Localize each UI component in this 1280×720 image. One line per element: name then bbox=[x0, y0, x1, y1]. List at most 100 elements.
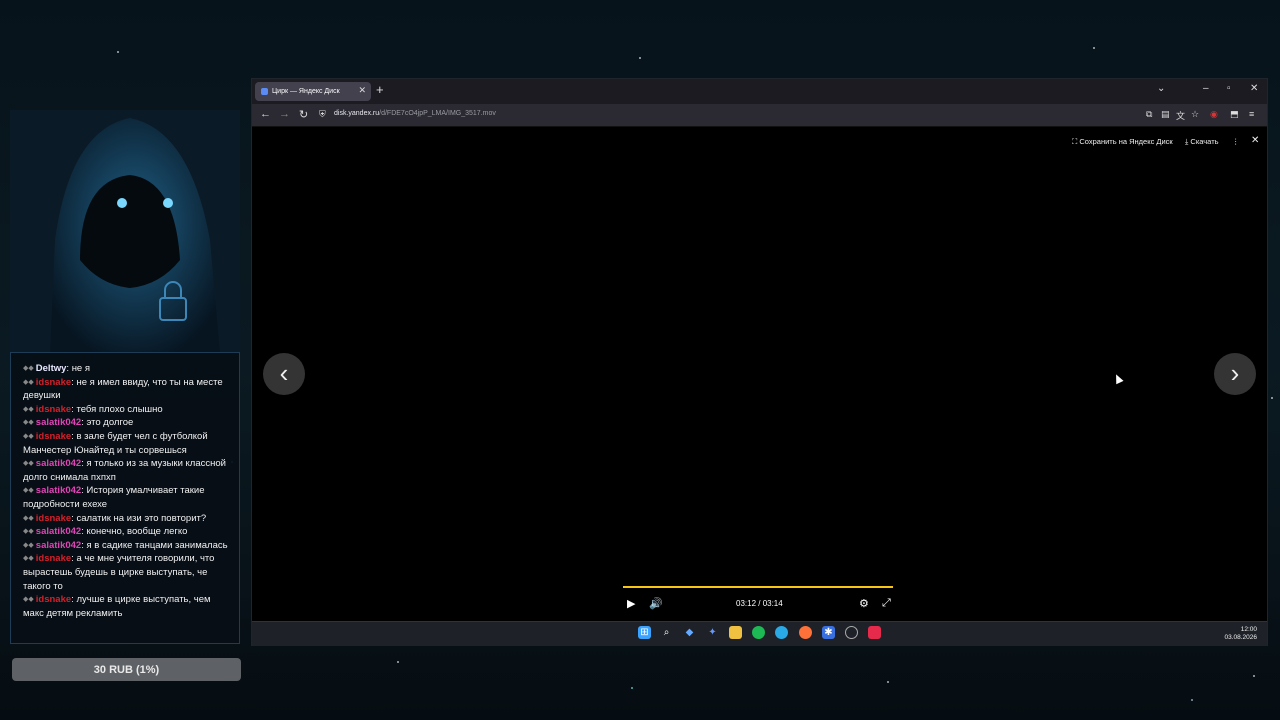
chat-username[interactable]: idsnake bbox=[36, 377, 71, 388]
reader-view-icon[interactable]: ▤ bbox=[1161, 109, 1170, 120]
chat-badge-icon: ◆◆ bbox=[23, 514, 34, 522]
tab-title: Цирк — Яндекс Диск bbox=[272, 88, 340, 95]
clock-date: 03.08.2026 bbox=[1224, 634, 1257, 641]
browser-window: Цирк — Яндекс Диск ✕ + ⌄ – ▫ ✕ ← → ↻ ⛨ d… bbox=[251, 78, 1268, 646]
menu-hamburger-icon[interactable]: ≡ bbox=[1249, 109, 1254, 119]
back-icon[interactable]: ← bbox=[260, 108, 271, 120]
video-viewer[interactable]: ⛶ Сохранить на Яндекс Диск ⤓ Скачать ⋮ ✕… bbox=[252, 127, 1267, 621]
chevron-right-icon: › bbox=[1230, 358, 1240, 388]
close-window-icon[interactable]: ✕ bbox=[1250, 83, 1258, 94]
tab-active[interactable]: Цирк — Яндекс Диск ✕ bbox=[255, 82, 371, 101]
download-button[interactable]: ⤓ Скачать bbox=[1185, 137, 1219, 147]
url-host: disk.yandex.ru bbox=[334, 110, 380, 117]
reload-icon[interactable]: ↻ bbox=[299, 108, 308, 121]
chat-text: тебя плохо слышно bbox=[76, 403, 163, 415]
chat-username[interactable]: salatik042 bbox=[36, 540, 81, 551]
chat-text: салатик на изи это повторит? bbox=[76, 512, 207, 524]
chat-message: ◆◆ idsnake: не я имел ввиду, что ты на ме… bbox=[23, 376, 233, 403]
navigation-bar: ← → ↻ ⛨ disk.yandex.ru/d/FDE7cO4jpP_LMA/… bbox=[252, 104, 1267, 127]
telegram-icon[interactable] bbox=[775, 626, 788, 639]
donation-goal-bar: 30 RUB (1%) bbox=[12, 658, 241, 681]
chat-message: ◆◆ salatik042: это долгое bbox=[23, 416, 233, 430]
chat-badge-icon: ◆◆ bbox=[23, 487, 34, 495]
save-to-disk-button[interactable]: ⛶ Сохранить на Яндекс Диск bbox=[1072, 137, 1173, 147]
extensions-puzzle-icon[interactable]: ⬒ bbox=[1230, 109, 1239, 120]
chat-username[interactable]: idsnake bbox=[36, 404, 71, 415]
file-explorer-icon[interactable] bbox=[729, 626, 742, 639]
yandex-disk-favicon-icon bbox=[261, 88, 268, 95]
address-bar[interactable]: disk.yandex.ru/d/FDE7cO4jpP_LMA/IMG_3517… bbox=[334, 110, 496, 117]
translate-icon[interactable]: 文 bbox=[1176, 109, 1185, 122]
chat-badge-icon: ◆◆ bbox=[23, 528, 34, 536]
close-tab-icon[interactable]: ✕ bbox=[358, 85, 366, 96]
chat-message: ◆◆ idsnake: в зале будет чел с футболкой … bbox=[23, 430, 233, 457]
forward-icon[interactable]: → bbox=[279, 108, 290, 120]
stream-chat: ◆◆ Deltwy: не я ◆◆ idsnake: не я имел ввиду… bbox=[10, 352, 240, 644]
chat-text: не я bbox=[71, 363, 91, 374]
chat-username[interactable]: salatik042 bbox=[36, 485, 81, 496]
chat-text: я в садике танцами занималась bbox=[86, 539, 228, 551]
video-time: 03:12 / 03:14 bbox=[736, 599, 783, 608]
chat-username[interactable]: idsnake bbox=[36, 513, 71, 524]
bookmark-star-icon[interactable]: ☆ bbox=[1191, 109, 1199, 120]
app-icon-4[interactable] bbox=[845, 626, 858, 639]
clock-time: 12:00 bbox=[1240, 626, 1257, 633]
play-icon[interactable]: ▶ bbox=[627, 597, 635, 610]
chat-message: ◆◆ salatik042: я в садике танцами занимал… bbox=[23, 539, 233, 553]
donation-goal-label: 30 RUB (1%) bbox=[93, 663, 160, 676]
mouse-cursor-icon bbox=[1112, 372, 1124, 385]
taskbar: ⊞ ⌕ ◆ ✦ ✱ 12:00 03.08.2026 bbox=[252, 621, 1267, 646]
tab-list-chevron-icon[interactable]: ⌄ bbox=[1157, 83, 1165, 94]
chat-message: ◆◆ idsnake: а че мне учителя говорили, чт… bbox=[23, 552, 233, 593]
search-icon[interactable]: ⌕ bbox=[660, 626, 673, 639]
chat-username[interactable]: idsnake bbox=[36, 431, 71, 442]
more-options-icon[interactable]: ⋮ bbox=[1232, 137, 1240, 146]
chat-badge-icon: ◆◆ bbox=[23, 555, 34, 563]
system-clock: 12:00 03.08.2026 bbox=[1224, 626, 1257, 642]
chat-badge-icon: ◆◆ bbox=[23, 378, 34, 386]
volume-icon[interactable]: 🔊 bbox=[649, 597, 663, 610]
chat-message: ◆◆ idsnake: лучше в цирке выступать, чем … bbox=[23, 593, 233, 620]
chat-username[interactable]: idsnake bbox=[36, 553, 71, 564]
chat-username[interactable]: salatik042 bbox=[36, 417, 81, 428]
video-progress-bar[interactable] bbox=[623, 586, 894, 588]
close-viewer-icon[interactable]: ✕ bbox=[1251, 135, 1259, 146]
extension-icon[interactable]: ◉ bbox=[1210, 109, 1218, 120]
settings-gear-icon[interactable]: ⚙ bbox=[859, 597, 869, 610]
maximize-icon[interactable]: ▫ bbox=[1227, 83, 1231, 94]
url-path: /d/FDE7cO4jpP_LMA/IMG_3517.mov bbox=[379, 110, 496, 117]
start-windows-icon[interactable]: ⊞ bbox=[638, 626, 651, 639]
previous-button[interactable]: ‹ bbox=[263, 353, 305, 395]
app-icon-1[interactable]: ◆ bbox=[683, 626, 696, 639]
chat-username[interactable]: salatik042 bbox=[36, 458, 81, 469]
chevron-left-icon: ‹ bbox=[279, 358, 289, 388]
chat-message: ◆◆ salatik042: История умалчивает такие п… bbox=[23, 484, 233, 511]
chat-message: ◆◆ salatik042: конечно, вообще легко bbox=[23, 525, 233, 539]
new-tab-icon[interactable]: + bbox=[376, 82, 384, 97]
firefox-icon[interactable] bbox=[799, 626, 812, 639]
chat-message: ◆◆ Deltwy: не я bbox=[23, 362, 233, 376]
picture-in-picture-icon[interactable]: ⧉ bbox=[1146, 109, 1152, 120]
chat-username[interactable]: Deltwy bbox=[36, 363, 67, 374]
minimize-icon[interactable]: – bbox=[1203, 83, 1209, 94]
chat-badge-icon: ◆◆ bbox=[23, 596, 34, 604]
site-shield-icon[interactable]: ⛨ bbox=[319, 109, 326, 120]
chat-badge-icon: ◆◆ bbox=[23, 541, 34, 549]
app-icon-5[interactable] bbox=[868, 626, 881, 639]
chat-badge-icon: ◆◆ bbox=[23, 419, 34, 427]
app-icon-2[interactable]: ✦ bbox=[706, 626, 719, 639]
chat-badge-icon: ◆◆ bbox=[23, 432, 34, 440]
next-button[interactable]: › bbox=[1214, 353, 1256, 395]
chat-text: это долгое bbox=[86, 417, 134, 429]
save-to-disk-label: Сохранить на Яндекс Диск bbox=[1079, 137, 1173, 146]
streamer-avatar-art bbox=[10, 110, 240, 352]
spotify-icon[interactable] bbox=[752, 626, 765, 639]
chat-text: конечно, вообще легко bbox=[86, 526, 188, 538]
chat-badge-icon: ◆◆ bbox=[23, 365, 34, 372]
fullscreen-icon[interactable]: ⤢ bbox=[882, 597, 891, 610]
chat-message: ◆◆ salatik042: я только из за музыки клас… bbox=[23, 457, 233, 484]
tab-bar: Цирк — Яндекс Диск ✕ + ⌄ – ▫ ✕ bbox=[252, 79, 1267, 104]
chat-username[interactable]: idsnake bbox=[36, 594, 71, 605]
chat-username[interactable]: salatik042 bbox=[36, 526, 81, 537]
app-icon-3[interactable]: ✱ bbox=[822, 626, 835, 639]
